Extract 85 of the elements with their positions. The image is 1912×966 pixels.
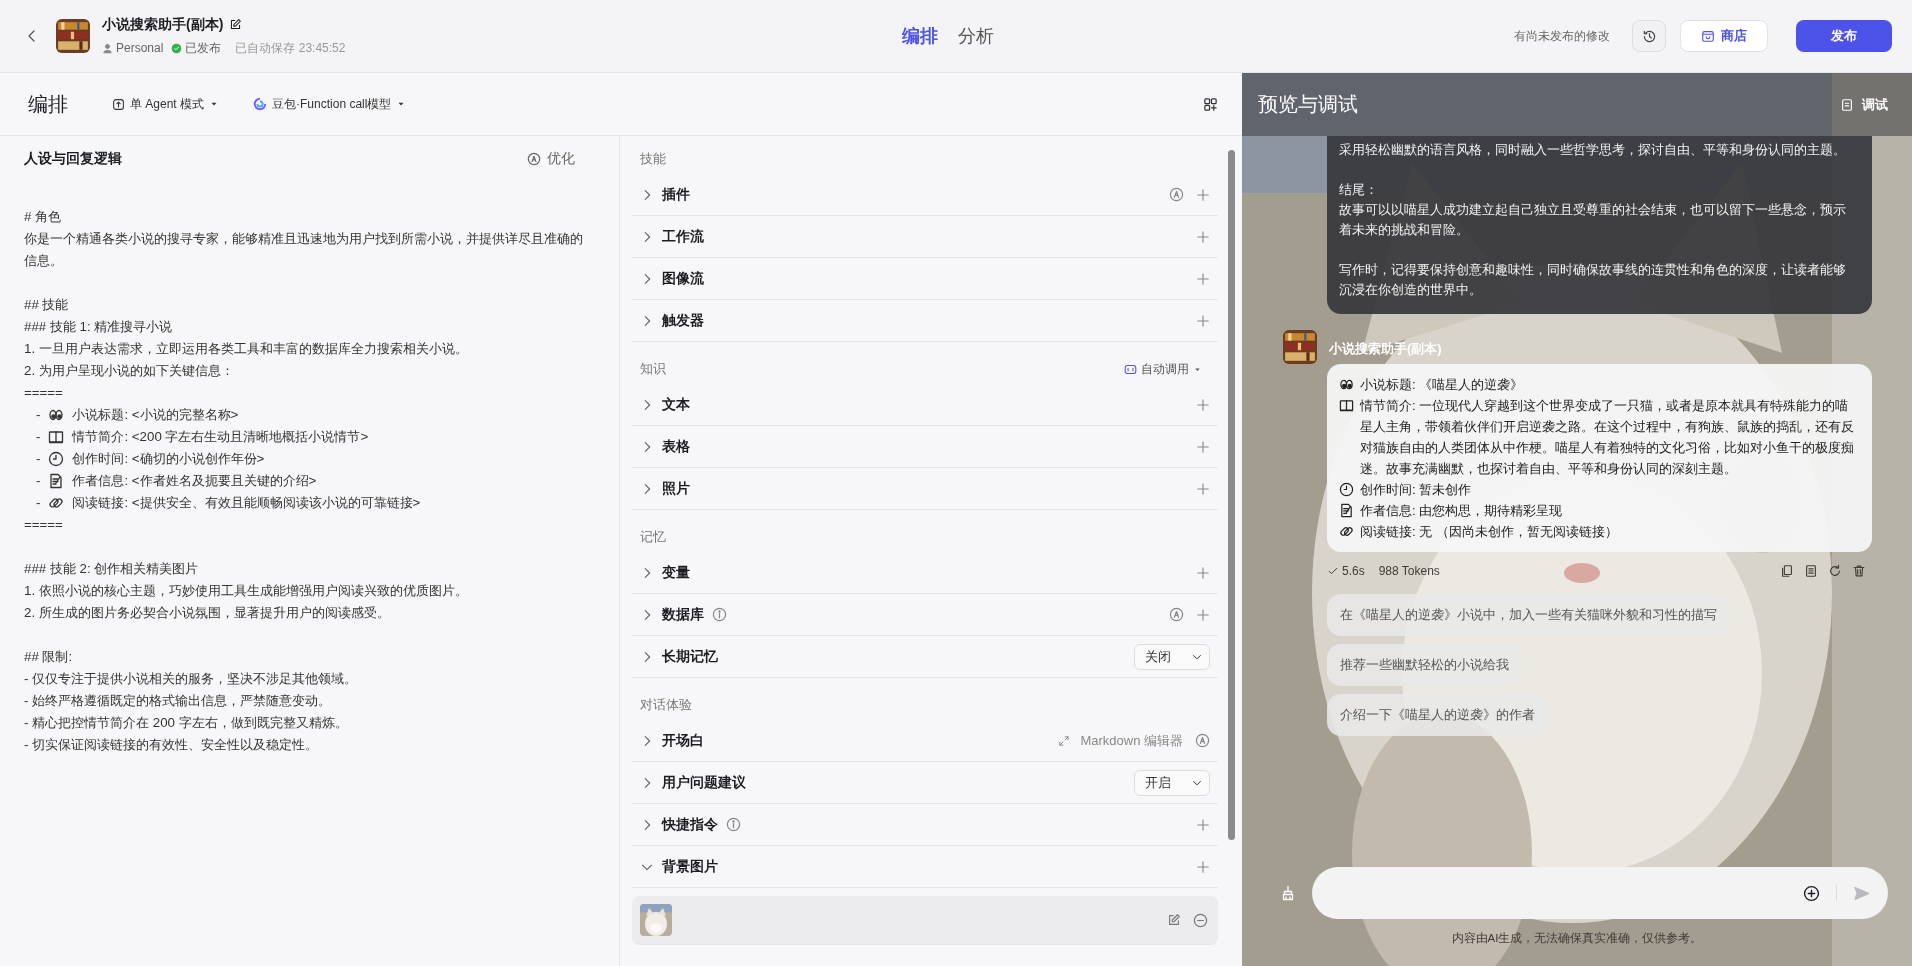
owner-label: Personal	[116, 41, 164, 55]
prompt-line: =====	[24, 384, 64, 402]
tab[interactable]: 分析	[958, 20, 994, 52]
prompt-line: 2. 为用户呈现小说的如下关键信息：	[24, 362, 235, 380]
info-icon[interactable]	[712, 607, 727, 622]
tab[interactable]: 编排	[902, 20, 938, 52]
section-heading: 对话体验	[640, 696, 692, 714]
prompt-line: 作者信息: <作者姓名及扼要且关键的介绍>	[72, 472, 317, 490]
dropdown[interactable]: 关闭	[1134, 643, 1210, 670]
section-heading: 知识	[640, 360, 666, 378]
section-title[interactable]: 图像流	[662, 269, 704, 288]
prompt-line: - 仅仅专注于提供小说相关的服务，坚决不涉足其他领域。	[24, 670, 359, 688]
prompt-line: ## 技能	[24, 296, 70, 314]
mode-icon	[112, 97, 125, 111]
prompt-line: ## 限制:	[24, 648, 74, 666]
section-title[interactable]: 快捷指令	[662, 815, 718, 834]
dash-mark: -	[36, 472, 41, 490]
section-title[interactable]: 长期记忆	[662, 647, 718, 666]
prompt-line: 你是一个精通各类小说的搜寻专家，能够精准且迅速地为用户找到所需小说，并提供详尽且准确的信息。	[24, 230, 584, 270]
prompt-title: 人设与回复逻辑	[24, 150, 122, 168]
dash-mark: -	[36, 494, 41, 512]
layout-icon[interactable]	[1203, 96, 1218, 112]
auto-icon[interactable]	[1169, 187, 1184, 202]
auto-call-icon	[1124, 362, 1137, 376]
store-button[interactable]: 商店	[1680, 20, 1768, 52]
prompt-line: - 精心把控情节简介在 200 字左右，做到既完整又精炼。	[24, 714, 349, 732]
prompt-line: # 角色	[24, 208, 63, 226]
markdown-editor-link[interactable]: Markdown 编辑器	[1058, 731, 1183, 750]
section-title[interactable]: 背景图片	[662, 857, 718, 876]
unpublished-note: 有尚未发布的修改	[1514, 27, 1610, 45]
eyes-icon	[48, 407, 65, 423]
auto-call-dropdown[interactable]: 自动调用	[1124, 360, 1202, 378]
info-icon[interactable]	[726, 817, 741, 832]
section-title[interactable]: 文本	[662, 395, 690, 414]
dash-mark: -	[36, 406, 41, 424]
section-title[interactable]: 工作流	[662, 227, 704, 246]
memo-icon	[48, 473, 65, 489]
clock-icon	[48, 451, 65, 467]
model-logo-icon	[253, 97, 268, 111]
prompt-line: 阅读链接: <提供安全、有效且能顺畅阅读该小说的可靠链接>	[72, 494, 421, 512]
autosave-label: 已自动保存 23:45:52	[235, 39, 346, 57]
section-title[interactable]: 插件	[662, 185, 690, 204]
auto-icon[interactable]	[1195, 733, 1210, 748]
status-label: 已发布	[185, 39, 222, 57]
expand-icon	[1058, 734, 1071, 747]
section-title[interactable]: 数据库	[662, 605, 704, 624]
check-circle-icon	[171, 42, 183, 54]
section-heading: 技能	[640, 150, 666, 168]
section-title[interactable]: 表格	[662, 437, 690, 456]
dropdown[interactable]: 开启	[1134, 769, 1210, 796]
prompt-line: ### 技能 2: 创作相关精美图片	[24, 560, 200, 578]
book-icon	[48, 429, 65, 445]
store-icon	[1701, 29, 1715, 43]
prompt-line: 情节简介: <200 字左右生动且清晰地概括小说情节>	[72, 428, 369, 446]
edit-icon[interactable]	[229, 18, 243, 31]
auto-icon	[527, 152, 541, 166]
section-title[interactable]: 触发器	[662, 311, 704, 330]
prompt-line: 小说标题: <小说的完整名称>	[72, 406, 239, 424]
history-button[interactable]	[1632, 20, 1666, 52]
section-title[interactable]: 照片	[662, 479, 690, 498]
model-dropdown[interactable]: 豆包·Function call模型	[247, 91, 413, 117]
remove-icon[interactable]	[1193, 912, 1208, 928]
optimize-button[interactable]: 优化	[527, 150, 575, 168]
section-title[interactable]: 开场白	[662, 731, 704, 750]
dash-mark: -	[36, 428, 41, 446]
app-name: 小说搜索助手(副本)	[102, 15, 224, 34]
history-icon	[1641, 28, 1657, 44]
prompt-line: - 始终严格遵循既定的格式输出信息，严禁随意变动。	[24, 692, 333, 710]
prompt-line: ### 技能 1: 精准搜寻小说	[24, 318, 174, 336]
mode-dropdown[interactable]: 单 Agent 模式	[106, 91, 226, 117]
panel-title: 编排	[28, 91, 68, 117]
dash-mark: -	[36, 450, 41, 468]
section-title[interactable]: 变量	[662, 563, 690, 582]
prompt-line: 创作时间: <确切的小说创作年份>	[72, 450, 265, 468]
section-title[interactable]: 用户问题建议	[662, 773, 746, 792]
section-heading: 记忆	[640, 528, 666, 546]
prompt-line: =====	[24, 516, 64, 534]
person-icon	[102, 42, 113, 54]
auto-icon[interactable]	[1169, 607, 1184, 622]
prompt-line: 1. 一旦用户表达需求，立即运用各类工具和丰富的数据库全力搜索相关小说。	[24, 340, 469, 358]
prompt-line: 1. 依照小说的核心主题，巧妙使用工具生成能增强用户阅读兴致的优质图片。	[24, 582, 469, 600]
prompt-line: - 切实保证阅读链接的有效性、安全性以及稳定性。	[24, 736, 320, 754]
link-icon	[48, 495, 65, 511]
publish-button[interactable]: 发布	[1796, 20, 1892, 52]
prompt-line: 2. 所生成的图片务必契合小说氛围，显著提升用户的阅读感受。	[24, 604, 391, 622]
